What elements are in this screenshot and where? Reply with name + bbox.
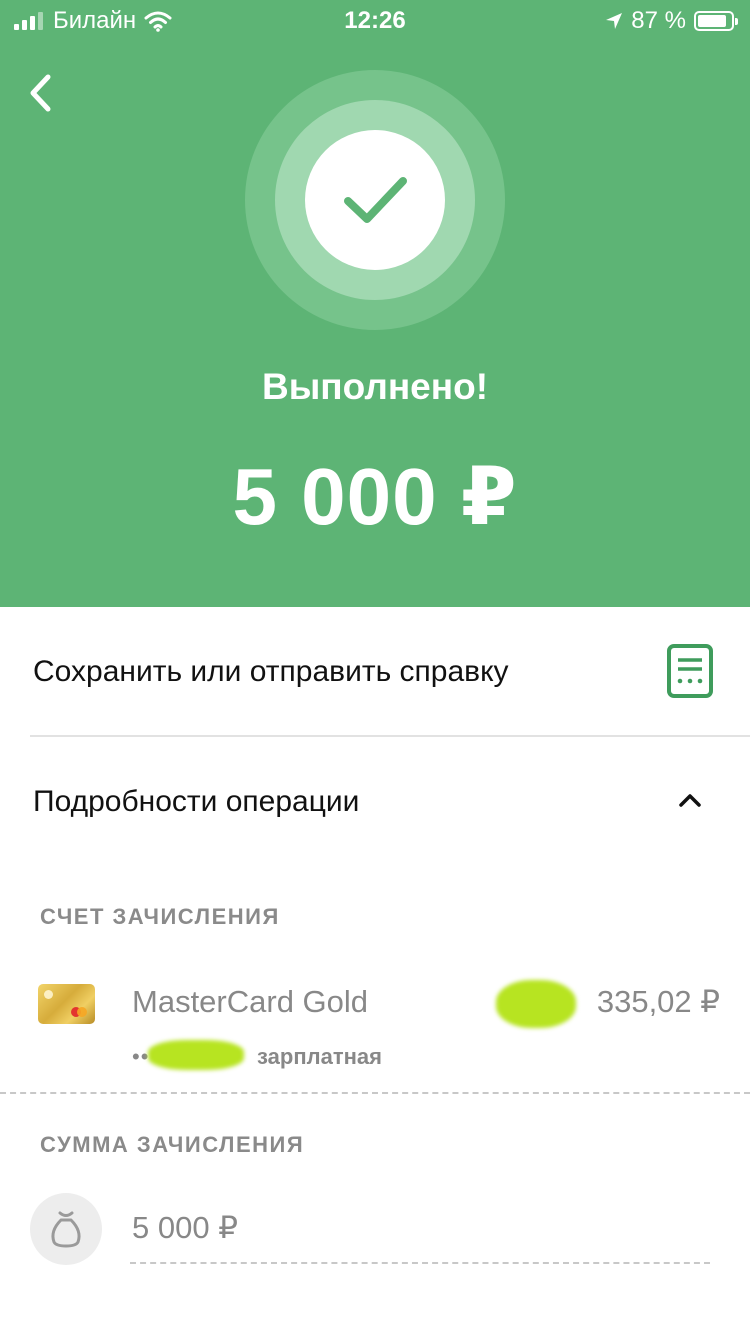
redaction-mark <box>148 1040 244 1070</box>
save-receipt-button[interactable]: Сохранить или отправить справку <box>0 607 750 737</box>
chevron-left-icon <box>30 74 51 112</box>
credit-amount-heading: СУММА ЗАЧИСЛЕНИЯ <box>40 1132 305 1157</box>
credit-account-heading: СЧЕТ ЗАЧИСЛЕНИЯ <box>40 904 280 929</box>
status-bar: Билайн 12:26 87 % <box>0 0 750 42</box>
battery-icon <box>694 11 738 31</box>
card-balance: 335,02 ₽ <box>596 984 720 1019</box>
card-name: MasterCard Gold <box>132 984 369 1019</box>
transfer-amount: 5 000 ₽ <box>232 452 518 541</box>
status-title: Выполнено! <box>261 366 489 407</box>
chevron-up-icon[interactable] <box>676 786 704 814</box>
credit-amount-value: 5 000 ₽ <box>132 1210 238 1245</box>
redaction-mark <box>496 980 576 1028</box>
location-arrow-icon <box>606 13 623 29</box>
card-type: зарплатная <box>257 1044 382 1069</box>
operation-details-toggle[interactable]: Подробности операции <box>0 737 750 867</box>
card-thumbnail <box>38 984 95 1024</box>
success-header: Билайн 12:26 87 % Выполнено! 5 000 ₽ <box>0 0 750 607</box>
save-receipt-label: Сохранить или отправить справку <box>33 655 509 688</box>
document-receipt-icon[interactable] <box>666 643 714 699</box>
battery-percent: 87 % <box>631 7 686 34</box>
operation-details-label: Подробности операции <box>33 785 360 818</box>
back-button[interactable] <box>22 68 62 118</box>
dashed-underline <box>130 1262 710 1264</box>
checkmark-icon <box>344 177 407 223</box>
money-bag-icon <box>51 1211 81 1248</box>
card-number-masked: •• <box>132 1044 150 1069</box>
dashed-divider <box>0 1092 750 1094</box>
